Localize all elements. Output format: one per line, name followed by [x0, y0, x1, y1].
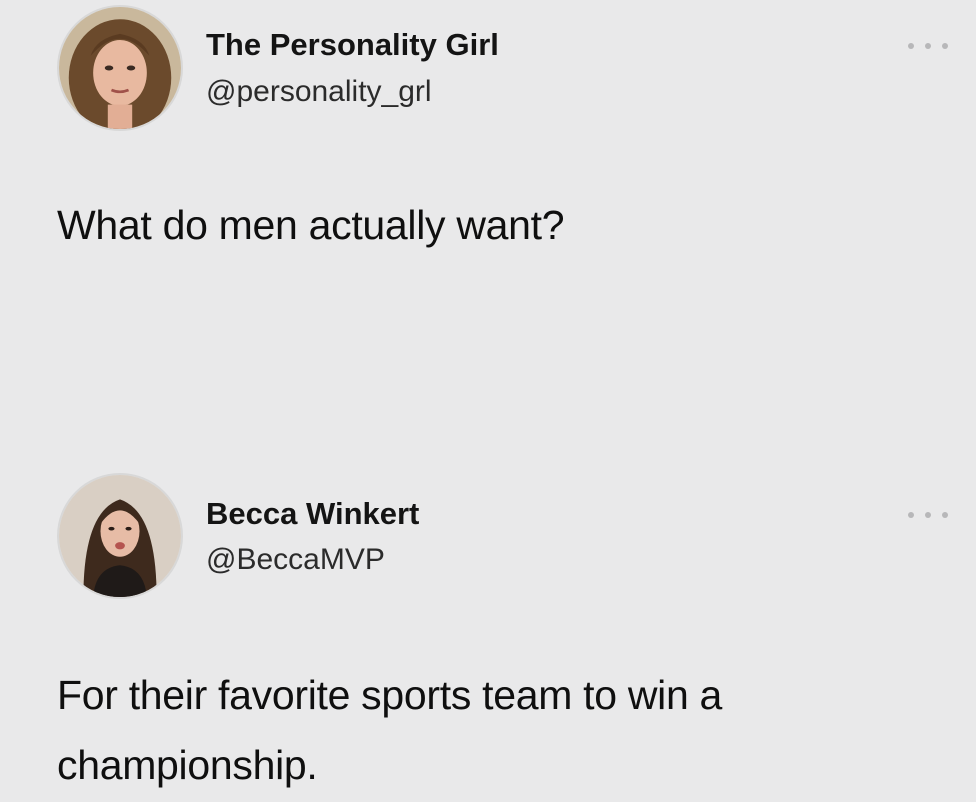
profile-photo-icon: [59, 7, 181, 129]
ellipsis-icon: [925, 512, 931, 518]
tweet-text: What do men actually want?: [57, 202, 565, 248]
author-handle[interactable]: @BeccaMVP: [206, 543, 385, 577]
author-name[interactable]: The Personality Girl: [206, 27, 499, 63]
more-options-button[interactable]: [908, 38, 948, 54]
tweet-text: For their favorite sports team to win a …: [57, 672, 723, 788]
author-name[interactable]: Becca Winkert: [206, 496, 419, 532]
ellipsis-icon: [942, 43, 948, 49]
avatar[interactable]: [57, 473, 183, 599]
ellipsis-icon: [942, 512, 948, 518]
tweet-card: The Personality Girl @personality_grl Wh…: [0, 0, 976, 400]
author-handle[interactable]: @personality_grl: [206, 75, 432, 109]
avatar[interactable]: [57, 5, 183, 131]
ellipsis-icon: [908, 43, 914, 49]
tweet-card: Becca Winkert @BeccaMVP For their favori…: [0, 460, 976, 802]
ellipsis-icon: [908, 512, 914, 518]
ellipsis-icon: [925, 43, 931, 49]
profile-photo-icon: [59, 475, 181, 597]
more-options-button[interactable]: [908, 507, 948, 523]
